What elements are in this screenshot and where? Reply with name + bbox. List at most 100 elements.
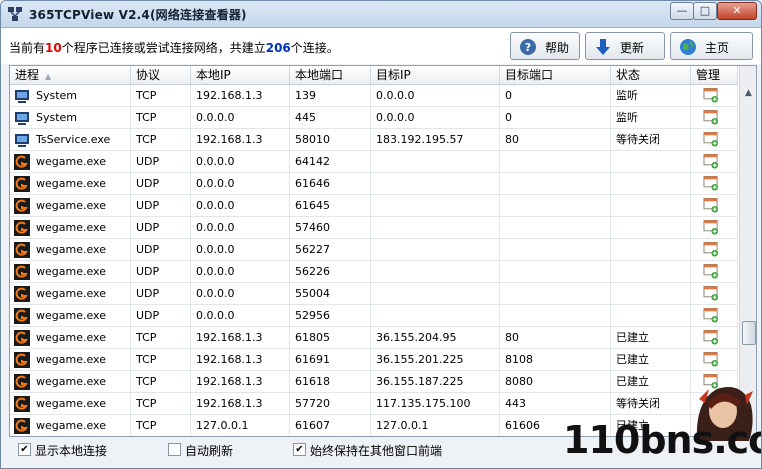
- maximize-button[interactable]: □: [693, 2, 717, 20]
- local-ip-cell: 192.168.1.3: [191, 85, 290, 106]
- remote-port-cell: 0: [500, 85, 611, 106]
- table-row[interactable]: wegame.exe UDP 0.0.0.0 56227: [10, 239, 738, 261]
- close-button[interactable]: ✕: [717, 2, 757, 20]
- local-port-cell: 61691: [290, 349, 371, 370]
- remote-port-cell: [500, 305, 611, 326]
- process-name: System: [36, 89, 78, 102]
- connection-table: 进程 ▲ 协议 本地IP 本地端口 目标IP 目标端口 状态 管理 System T…: [9, 65, 757, 437]
- remote-ip-cell: 36.155.187.225: [371, 371, 500, 392]
- table-row[interactable]: wegame.exe TCP 192.168.1.3 61618 36.155.187.…: [10, 371, 738, 393]
- remote-ip-cell: 127.0.0.1: [371, 415, 500, 436]
- manage-window-icon[interactable]: [703, 88, 719, 103]
- table-row[interactable]: wegame.exe TCP 192.168.1.3 61805 36.155.204.…: [10, 327, 738, 349]
- column-header-local-port[interactable]: 本地端口: [290, 66, 371, 84]
- process-name: wegame.exe: [36, 265, 106, 278]
- remote-ip-cell: [371, 305, 500, 326]
- wegame-icon: [14, 396, 30, 412]
- scroll-up-icon[interactable]: ▲: [740, 85, 756, 102]
- local-port-cell: 61618: [290, 371, 371, 392]
- always-on-top-checkmark[interactable]: ✔: [293, 443, 306, 456]
- state-cell: [611, 151, 691, 172]
- manage-cell: [691, 261, 738, 282]
- table-row[interactable]: wegame.exe UDP 0.0.0.0 64142: [10, 151, 738, 173]
- table-row[interactable]: wegame.exe UDP 0.0.0.0 55004: [10, 283, 738, 305]
- state-cell: [611, 217, 691, 238]
- remote-port-cell: 443: [500, 393, 611, 414]
- local-port-cell: 57720: [290, 393, 371, 414]
- protocol-cell: UDP: [131, 239, 191, 260]
- column-header-state[interactable]: 状态: [611, 66, 691, 84]
- remote-ip-cell: 36.155.201.225: [371, 349, 500, 370]
- process-cell: wegame.exe: [10, 151, 131, 172]
- table-row[interactable]: wegame.exe UDP 0.0.0.0 61646: [10, 173, 738, 195]
- table-row[interactable]: wegame.exe UDP 0.0.0.0 56226: [10, 261, 738, 283]
- protocol-cell: TCP: [131, 85, 191, 106]
- remote-port-cell: 8108: [500, 349, 611, 370]
- wegame-icon: [14, 374, 30, 390]
- auto-refresh-label: 自动刷新: [185, 444, 234, 458]
- manage-window-icon[interactable]: [703, 198, 719, 213]
- table-row[interactable]: wegame.exe UDP 0.0.0.0 61645: [10, 195, 738, 217]
- wegame-icon: [14, 352, 30, 368]
- remote-port-cell: 80: [500, 327, 611, 348]
- local-ip-cell: 0.0.0.0: [191, 217, 290, 238]
- process-cell: wegame.exe: [10, 261, 131, 282]
- refresh-button[interactable]: 更新: [585, 32, 665, 60]
- local-port-cell: 61805: [290, 327, 371, 348]
- table-row[interactable]: wegame.exe UDP 0.0.0.0 52956: [10, 305, 738, 327]
- manage-window-icon[interactable]: [703, 330, 719, 345]
- manage-window-icon[interactable]: [703, 220, 719, 235]
- manage-window-icon[interactable]: [703, 110, 719, 125]
- column-header-remote-ip[interactable]: 目标IP: [371, 66, 500, 84]
- home-button[interactable]: 主页: [670, 32, 753, 60]
- protocol-cell: TCP: [131, 371, 191, 392]
- local-ip-cell: 192.168.1.3: [191, 327, 290, 348]
- local-port-cell: 64142: [290, 151, 371, 172]
- auto-refresh-checkmark[interactable]: [168, 443, 181, 456]
- connection-count: 206: [265, 41, 291, 55]
- table-row[interactable]: TsService.exe TCP 192.168.1.3 58010 183.192.…: [10, 129, 738, 151]
- manage-window-icon[interactable]: [703, 242, 719, 257]
- manage-cell: [691, 173, 738, 194]
- process-cell: TsService.exe: [10, 129, 131, 150]
- column-header-manage[interactable]: 管理: [691, 66, 738, 84]
- process-name: wegame.exe: [36, 155, 106, 168]
- table-header: 进程 ▲ 协议 本地IP 本地端口 目标IP 目标端口 状态 管理: [10, 66, 738, 85]
- scrollbar-thumb[interactable]: [742, 321, 756, 345]
- manage-window-icon[interactable]: [703, 154, 719, 169]
- column-header-process[interactable]: 进程 ▲: [10, 66, 131, 84]
- table-row[interactable]: System TCP 0.0.0.0 445 0.0.0.0 0 监听: [10, 107, 738, 129]
- manage-window-icon[interactable]: [703, 132, 719, 147]
- local-port-cell: 139: [290, 85, 371, 106]
- protocol-cell: UDP: [131, 305, 191, 326]
- remote-port-cell: [500, 261, 611, 282]
- table-row[interactable]: System TCP 192.168.1.3 139 0.0.0.0 0 监听: [10, 85, 738, 107]
- column-header-remote-port[interactable]: 目标端口: [500, 66, 611, 84]
- local-port-cell: 55004: [290, 283, 371, 304]
- system-icon: [15, 90, 29, 103]
- manage-cell: [691, 195, 738, 216]
- protocol-cell: UDP: [131, 173, 191, 194]
- manage-cell: [691, 283, 738, 304]
- manage-window-icon[interactable]: [703, 286, 719, 301]
- table-row[interactable]: wegame.exe UDP 0.0.0.0 57460: [10, 217, 738, 239]
- manage-window-icon[interactable]: [703, 308, 719, 323]
- process-cell: wegame.exe: [10, 173, 131, 194]
- table-row[interactable]: wegame.exe TCP 192.168.1.3 61691 36.155.201.…: [10, 349, 738, 371]
- manage-window-icon[interactable]: [703, 264, 719, 279]
- local-port-cell: 61607: [290, 415, 371, 436]
- show-local-checkmark[interactable]: ✔: [18, 443, 31, 456]
- process-name: wegame.exe: [36, 331, 106, 344]
- help-button[interactable]: ? 帮助: [510, 32, 580, 60]
- manage-window-icon[interactable]: [703, 352, 719, 367]
- process-name: TsService.exe: [36, 133, 111, 146]
- column-header-local-ip[interactable]: 本地IP: [191, 66, 290, 84]
- column-label-process: 进程: [15, 68, 40, 82]
- table-row[interactable]: wegame.exe TCP 192.168.1.3 57720 117.135.175…: [10, 393, 738, 415]
- state-cell: [611, 195, 691, 216]
- wegame-icon: [14, 418, 30, 434]
- manage-window-icon[interactable]: [703, 176, 719, 191]
- minimize-button[interactable]: —: [670, 2, 694, 20]
- column-header-protocol[interactable]: 协议: [131, 66, 191, 84]
- local-ip-cell: 0.0.0.0: [191, 151, 290, 172]
